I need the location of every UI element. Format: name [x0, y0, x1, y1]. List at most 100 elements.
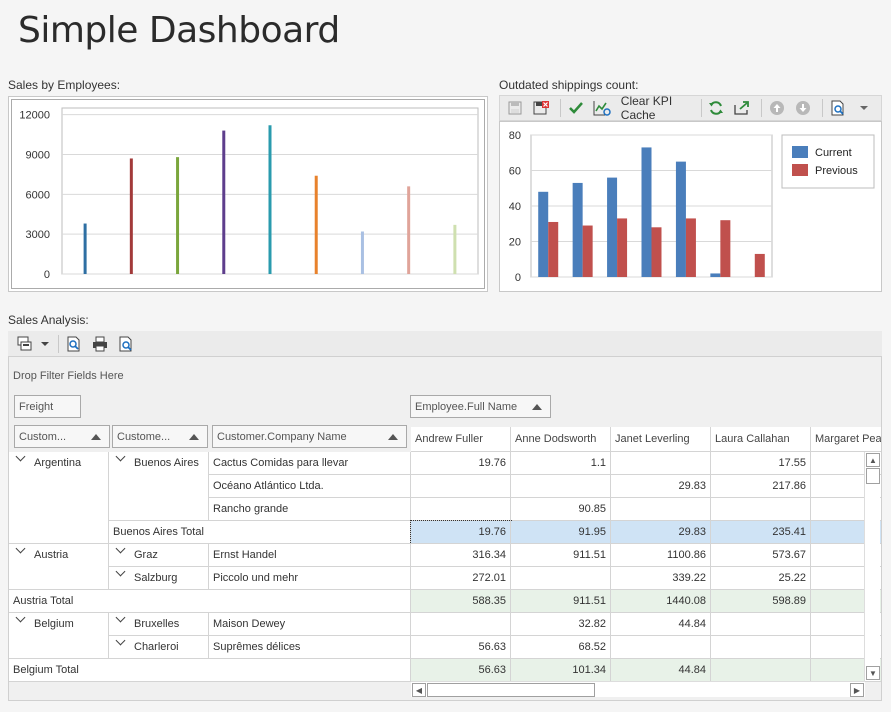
row-header-company[interactable]: Suprêmes délices	[209, 636, 411, 659]
row-header-company[interactable]: Maison Dewey	[209, 613, 411, 636]
data-cell[interactable]: 598.89	[711, 590, 811, 613]
layout-dropdown-button[interactable]	[40, 333, 50, 355]
data-cell[interactable]: 1440.08	[611, 590, 711, 613]
row-field-country[interactable]: Custom...	[14, 425, 110, 448]
scroll-up-button[interactable]: ▲	[866, 453, 880, 467]
data-cell[interactable]: 1100.86	[611, 544, 711, 567]
column-header[interactable]: Anne Dodsworth	[511, 427, 611, 452]
row-header-city[interactable]: Bruxelles	[109, 613, 209, 636]
data-cell[interactable]	[711, 659, 811, 682]
collapse-chevron-icon[interactable]	[115, 613, 126, 623]
row-subtotal-header[interactable]: Buenos Aires Total	[109, 521, 411, 544]
move-up-button[interactable]	[766, 97, 788, 119]
data-cell[interactable]: 911.51	[511, 590, 611, 613]
vertical-scrollbar[interactable]: ▲ ▼	[864, 452, 880, 681]
row-header-company[interactable]: Piccolo und mehr	[209, 567, 411, 590]
scroll-right-button[interactable]: ▶	[850, 683, 864, 697]
export-button[interactable]	[731, 97, 753, 119]
data-cell[interactable]: 32.82	[511, 613, 611, 636]
column-header[interactable]: Janet Leverling	[611, 427, 711, 452]
data-cell[interactable]: 29.83	[611, 475, 711, 498]
data-cell[interactable]	[411, 475, 511, 498]
data-cell[interactable]	[711, 636, 811, 659]
filter-drop-area[interactable]: Drop Filter Fields Here	[13, 370, 124, 382]
move-down-button[interactable]	[792, 97, 814, 119]
data-field-freight[interactable]: Freight	[14, 395, 81, 418]
data-cell[interactable]	[411, 498, 511, 521]
data-cell[interactable]: 101.34	[511, 659, 611, 682]
collapse-chevron-icon[interactable]	[115, 636, 126, 646]
data-cell[interactable]: 573.67	[711, 544, 811, 567]
row-header-country[interactable]: Austria	[9, 544, 109, 590]
collapse-chevron-icon[interactable]	[115, 544, 126, 554]
column-header[interactable]: Andrew Fuller	[411, 427, 511, 452]
data-cell[interactable]: 90.85	[511, 498, 611, 521]
data-cell[interactable]: 68.52	[511, 636, 611, 659]
data-cell[interactable]: 56.63	[411, 659, 511, 682]
data-cell[interactable]: 316.34	[411, 544, 511, 567]
print-button[interactable]	[89, 333, 111, 355]
data-cell[interactable]	[711, 613, 811, 636]
row-total-header[interactable]: Belgium Total	[9, 659, 411, 682]
data-cell[interactable]: 911.51	[511, 544, 611, 567]
data-cell[interactable]	[611, 636, 711, 659]
data-cell[interactable]	[711, 498, 811, 521]
data-cell[interactable]	[511, 475, 611, 498]
scroll-down-button[interactable]: ▼	[866, 666, 880, 680]
collapse-chevron-icon[interactable]	[15, 452, 26, 462]
data-cell[interactable]: 25.22	[711, 567, 811, 590]
export-document-button[interactable]	[63, 333, 85, 355]
horizontal-scroll-thumb[interactable]	[427, 683, 595, 697]
collapse-chevron-icon[interactable]	[15, 613, 26, 623]
row-header-company[interactable]: Cactus Comidas para llevar	[209, 452, 411, 475]
data-cell[interactable]: 44.84	[611, 613, 711, 636]
data-cell[interactable]	[611, 452, 711, 475]
row-header-country[interactable]: Argentina	[9, 452, 109, 544]
column-field-employee[interactable]: Employee.Full Name	[410, 395, 551, 418]
data-cell[interactable]: 91.95	[511, 521, 611, 544]
row-header-city[interactable]: Charleroi	[109, 636, 209, 659]
layout-button[interactable]	[14, 333, 36, 355]
check-button[interactable]	[565, 97, 587, 119]
print-preview-button[interactable]	[827, 97, 849, 119]
data-cell[interactable]: 44.84	[611, 659, 711, 682]
print-preview-button[interactable]	[115, 333, 137, 355]
column-header[interactable]: Laura Callahan	[711, 427, 811, 452]
clear-kpi-cache-button[interactable]: Clear KPI Cache	[617, 94, 697, 122]
row-header-city[interactable]: Graz	[109, 544, 209, 567]
row-header-city[interactable]: Buenos Aires	[109, 452, 209, 521]
row-header-city[interactable]: Salzburg	[109, 567, 209, 590]
delete-button[interactable]	[530, 97, 552, 119]
row-header-company[interactable]: Rancho grande	[209, 498, 411, 521]
row-header-country[interactable]: Belgium	[9, 613, 109, 659]
refresh-button[interactable]	[705, 97, 727, 119]
data-cell[interactable]: 272.01	[411, 567, 511, 590]
data-cell[interactable]: 217.86	[711, 475, 811, 498]
data-cell[interactable]: 19.76	[411, 452, 511, 475]
data-cell[interactable]: 339.22	[611, 567, 711, 590]
column-header[interactable]: Margaret Peac	[811, 427, 881, 452]
row-total-header[interactable]: Austria Total	[9, 590, 411, 613]
collapse-chevron-icon[interactable]	[115, 452, 126, 462]
data-cell[interactable]: 29.83	[611, 521, 711, 544]
data-cell[interactable]: 17.55	[711, 452, 811, 475]
data-cell[interactable]	[511, 567, 611, 590]
data-cell[interactable]: 56.63	[411, 636, 511, 659]
vertical-scroll-thumb[interactable]	[866, 468, 880, 484]
horizontal-scrollbar[interactable]: ◀ ▶	[411, 681, 865, 697]
row-header-company[interactable]: Océano Atlántico Ltda.	[209, 475, 411, 498]
collapse-chevron-icon[interactable]	[15, 544, 26, 554]
save-button[interactable]	[504, 97, 526, 119]
data-cell[interactable]: 588.35	[411, 590, 511, 613]
data-cell[interactable]: 235.41	[711, 521, 811, 544]
data-cell[interactable]: 19.76	[410, 520, 512, 545]
data-cell[interactable]: 1.1	[511, 452, 611, 475]
data-cell[interactable]	[611, 498, 711, 521]
data-cell[interactable]	[411, 613, 511, 636]
collapse-chevron-icon[interactable]	[115, 567, 126, 577]
row-field-city[interactable]: Custome...	[112, 425, 208, 448]
toolbar-overflow-button[interactable]	[853, 97, 875, 119]
row-header-company[interactable]: Ernst Handel	[209, 544, 411, 567]
scroll-left-button[interactable]: ◀	[412, 683, 426, 697]
chart-refresh-button[interactable]	[591, 97, 613, 119]
